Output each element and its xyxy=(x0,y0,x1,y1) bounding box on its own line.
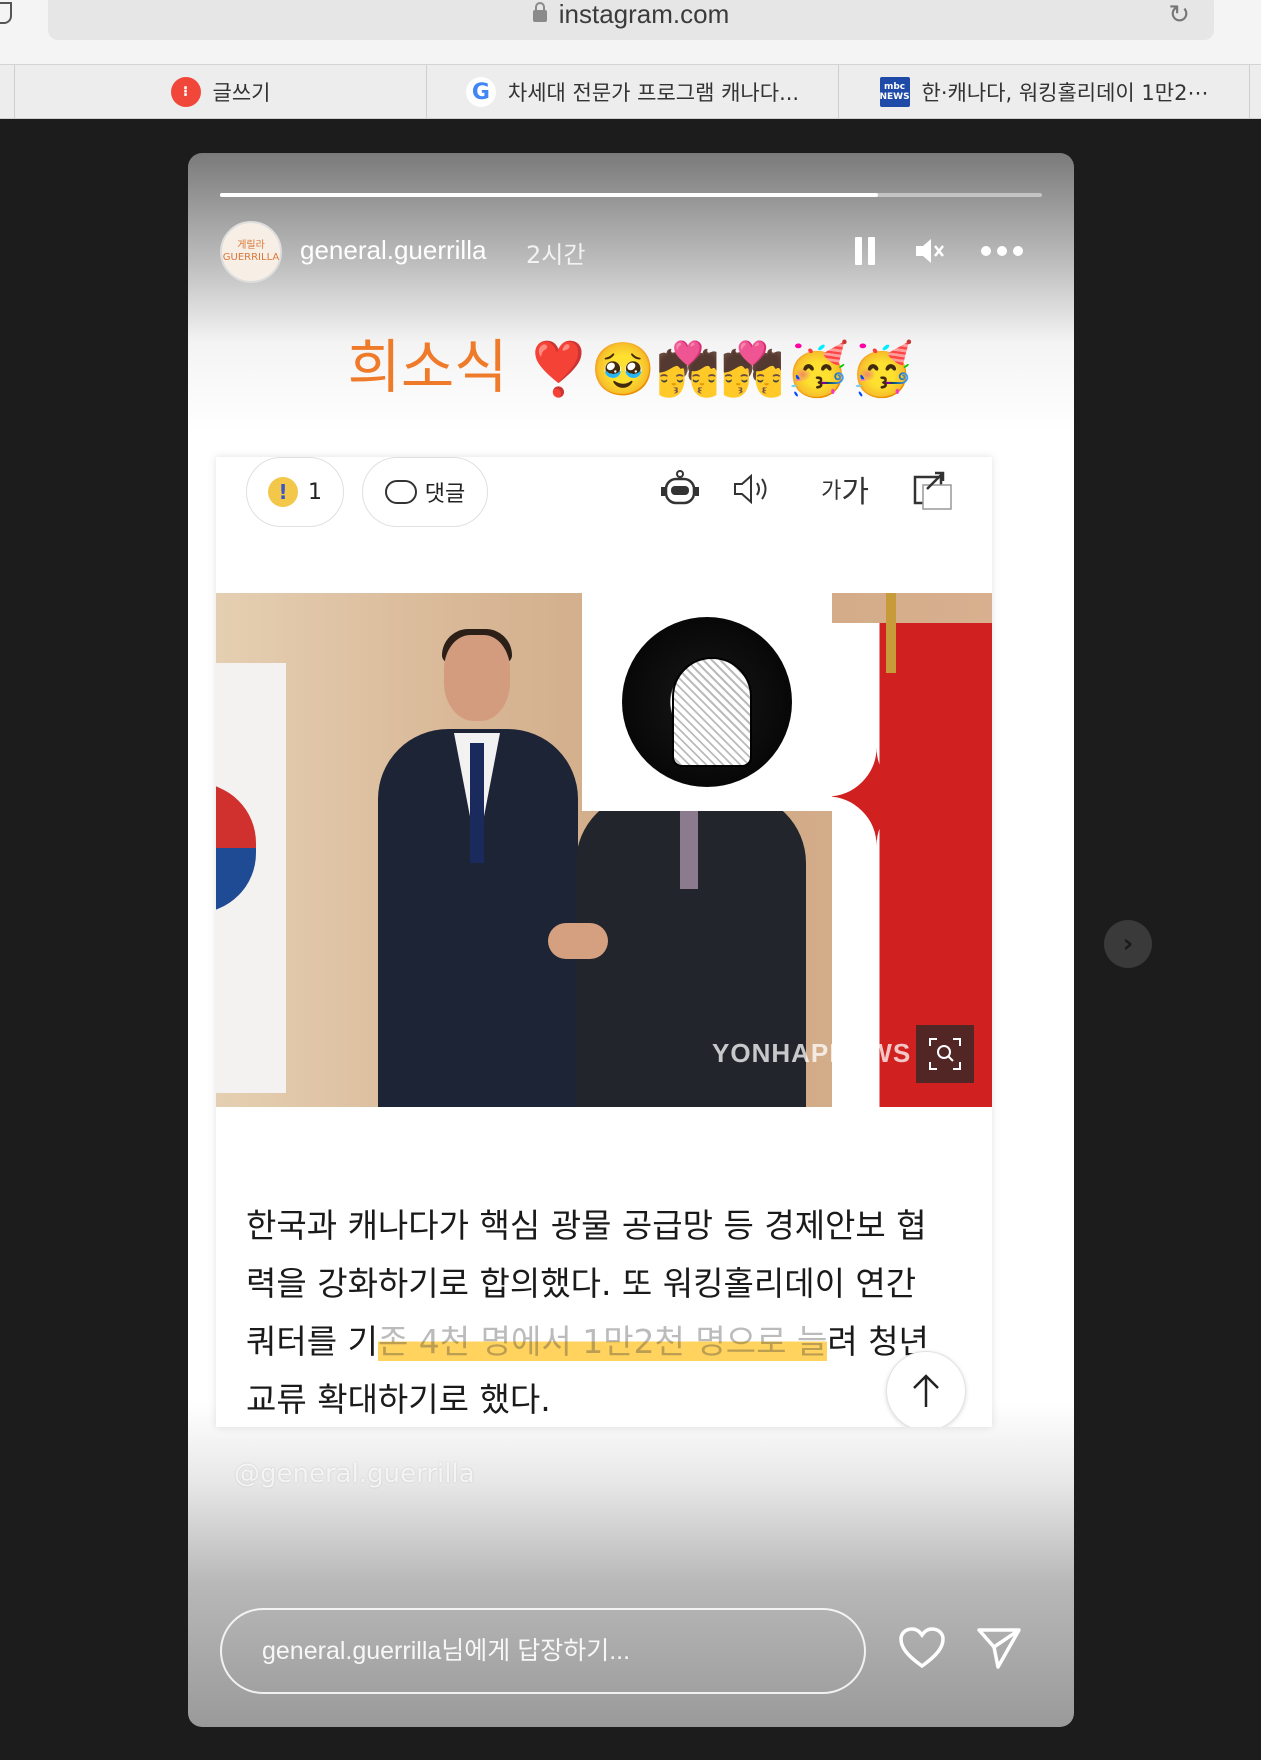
avatar-text-top: 게릴라 xyxy=(237,240,265,251)
brunch-icon: ⁝ xyxy=(170,77,201,107)
reply-input[interactable] xyxy=(222,1610,864,1692)
avatar[interactable]: 게릴라 GUERRILLA xyxy=(220,221,282,283)
speaker-icon xyxy=(734,473,767,505)
photo-watermark: YONHAPNEWS xyxy=(712,1038,912,1068)
tab-bar: ⁝ 글쓰기 G 차세대 전문가 프로그램 캐나다... mbc NEWS 한·캐나… xyxy=(0,64,1261,119)
comment-label: 댓글 xyxy=(424,482,466,507)
comment-icon xyxy=(384,480,417,504)
next-story-button[interactable]: › xyxy=(1104,920,1152,968)
font-size-big: 가 xyxy=(841,475,869,510)
tab-write[interactable]: ⁝ 글쓰기 xyxy=(14,65,426,119)
tab-label: 글쓰기 xyxy=(212,81,271,105)
google-icon: G xyxy=(465,77,496,107)
article-screenshot: ! 1 댓글 가가 ✦ YONHAPNEWS 한국과 캐나다가 핵심 광물 공급… xyxy=(216,457,992,1427)
headline-emojis: ❣️🥹💏💏🥳🥳 xyxy=(526,340,915,400)
heart-icon xyxy=(899,1627,945,1669)
robot-icon xyxy=(661,470,699,505)
flag-pole xyxy=(886,593,896,673)
story-progress-bar xyxy=(220,193,1042,197)
article-body: 한국과 캐나다가 핵심 광물 공급망 등 경제안보 협 력을 강화하기로 합의했… xyxy=(246,1197,962,1427)
story-timestamp: 2시간 xyxy=(526,241,586,269)
font-size-button[interactable]: 가가 xyxy=(820,469,870,510)
muted-speaker-icon xyxy=(916,239,944,263)
more-options-button[interactable] xyxy=(978,229,1026,273)
privacy-shield-icon[interactable] xyxy=(0,2,12,24)
pause-button[interactable] xyxy=(850,229,880,273)
handshake xyxy=(548,923,608,959)
share-button[interactable] xyxy=(906,469,960,510)
article-line: 한국과 캐나다가 핵심 광물 공급망 등 경제안보 협 xyxy=(246,1206,927,1245)
arrow-up-icon xyxy=(913,1374,939,1407)
tab-label: 차세대 전문가 프로그램 캐나다... xyxy=(507,81,800,105)
mbc-news-icon: mbc NEWS xyxy=(879,77,910,107)
reaction-button[interactable]: ! 1 xyxy=(246,457,344,527)
watermark-handle: @general.guerrilla xyxy=(234,1459,475,1489)
like-button[interactable] xyxy=(896,1623,948,1673)
pause-icon xyxy=(855,237,862,265)
comment-button[interactable]: 댓글 xyxy=(362,457,488,527)
idea-icon: ! xyxy=(268,477,298,507)
address-bar[interactable]: instagram.com ↻ xyxy=(48,0,1214,40)
story-progress-fill xyxy=(220,193,878,197)
browser-toolbar: instagram.com ↻ xyxy=(0,0,1261,64)
detective-dog-sticker xyxy=(582,593,832,811)
tab-google[interactable]: G 차세대 전문가 프로그램 캐나다... xyxy=(426,65,838,119)
zoom-button[interactable] xyxy=(916,1025,974,1083)
article-photo[interactable]: ✦ YONHAPNEWS xyxy=(216,593,992,1107)
article-line: 력을 강화하기로 합의했다. 또 워킹홀리데이 연간 xyxy=(246,1264,917,1303)
highlighted-text: 존 4천 명에서 1만2천 명으로 늘 xyxy=(377,1322,828,1361)
reaction-count: 1 xyxy=(308,479,322,505)
avatar-text-bottom: GUERRILLA xyxy=(222,252,280,263)
url-display[interactable]: instagram.com xyxy=(48,0,1214,30)
reload-icon[interactable]: ↻ xyxy=(1168,0,1190,30)
headline-text: 희소식 xyxy=(347,333,508,401)
listen-button[interactable] xyxy=(728,469,776,509)
zoom-icon xyxy=(929,1038,961,1070)
share-icon xyxy=(913,471,952,510)
article-line: 교류 확대하기로 했다. xyxy=(246,1380,551,1419)
scroll-to-top-button[interactable] xyxy=(886,1351,966,1427)
send-button[interactable] xyxy=(974,1623,1024,1673)
tab-label: 한·캐나다, 워킹홀리데이 1만2⋯ xyxy=(921,81,1209,105)
korea-flag xyxy=(216,663,286,1093)
article-line: 쿼터를 기존 4천 명에서 1만2천 명으로 늘려 청년 xyxy=(246,1322,929,1361)
font-size-small: 가 xyxy=(821,479,842,504)
story-viewer[interactable]: 게릴라 GUERRILLA general.guerrilla 2시간 희소식 … xyxy=(188,153,1074,1727)
lock-icon xyxy=(532,2,547,22)
tab-mbc-news[interactable]: mbc NEWS 한·캐나다, 워킹홀리데이 1만2⋯ xyxy=(838,65,1250,119)
reply-field[interactable] xyxy=(220,1608,866,1694)
url-text: instagram.com xyxy=(558,0,730,29)
robot-summary-button[interactable] xyxy=(656,469,704,509)
send-icon xyxy=(977,1628,1021,1669)
story-username[interactable]: general.guerrilla xyxy=(300,235,486,266)
story-headline: 희소식 ❣️🥹💏💏🥳🥳 xyxy=(188,320,1074,404)
mute-button[interactable] xyxy=(910,229,950,273)
more-icon xyxy=(981,246,1023,256)
chevron-right-icon: › xyxy=(1122,929,1134,959)
